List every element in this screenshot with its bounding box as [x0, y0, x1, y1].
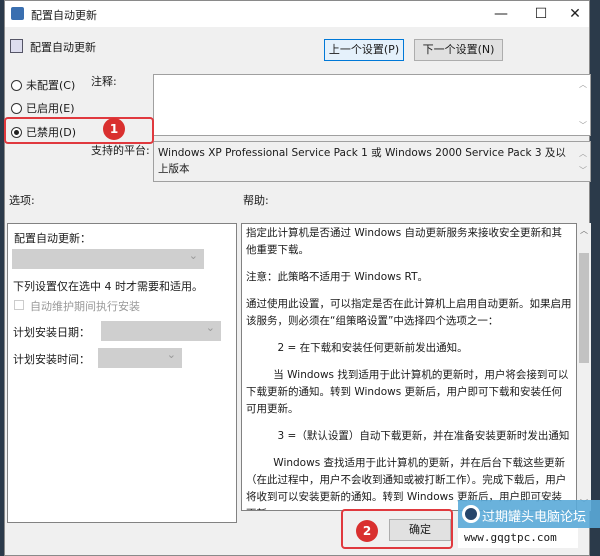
- configure-label: 配置自动更新：: [14, 232, 91, 245]
- help-paragraph: 当 Windows 找到适用于此计算机的更新时，用户将会接到可以下载更新的通知。…: [246, 369, 569, 415]
- install-day-select[interactable]: [101, 321, 221, 341]
- platform-box: Windows XP Professional Service Pack 1 或…: [153, 141, 591, 182]
- watermark-name: 过期罐头电脑论坛: [482, 510, 587, 525]
- policy-icon: [11, 7, 24, 20]
- watermark-logo-icon: [462, 505, 480, 523]
- comment-textarea[interactable]: ︿ ﹀: [153, 74, 591, 136]
- minimize-button[interactable]: —: [481, 3, 521, 25]
- title-bar: 配置自动更新 — ☐ ✕: [5, 1, 589, 27]
- help-paragraph: 注意：此策略不适用于 Windows RT。: [246, 271, 428, 283]
- options-label: 选项:: [9, 194, 35, 207]
- platform-label: 支持的平台:: [91, 144, 150, 157]
- next-setting-button[interactable]: 下一个设置(N): [414, 39, 503, 61]
- help-text: 指定此计算机是否通过 Windows 自动更新服务来接收安全更新和其他重要下载。…: [241, 223, 577, 511]
- radio-label: 已启用(E): [26, 102, 75, 115]
- watermark: 过期罐头电脑论坛 www.gqgtpc.com: [458, 500, 600, 556]
- maintenance-label: 自动维护期间执行安装: [30, 300, 140, 313]
- install-day-label: 计划安装日期：: [13, 326, 90, 339]
- options-panel: 配置自动更新： 下列设置仅在选中 4 时才需要和适用。 自动维护期间执行安装 计…: [7, 223, 237, 523]
- step-badge-2: 2: [356, 520, 378, 542]
- scroll-up-icon[interactable]: ︿: [579, 79, 587, 90]
- policy-dialog: 配置自动更新 — ☐ ✕ 配置自动更新 上一个设置(P) 下一个设置(N) 未配…: [4, 0, 591, 556]
- scroll-up-icon[interactable]: ︿: [579, 146, 587, 162]
- prev-setting-button[interactable]: 上一个设置(P): [324, 39, 404, 61]
- watermark-url: www.gqgtpc.com: [464, 531, 557, 544]
- step-badge-1: 1: [103, 118, 125, 140]
- radio-enabled[interactable]: 已启用(E): [11, 100, 75, 116]
- scroll-up-icon[interactable]: ︿: [580, 225, 588, 236]
- scroll-thumb[interactable]: [579, 253, 589, 363]
- install-time-label: 计划安装时间：: [13, 353, 90, 366]
- highlight-disabled: [4, 117, 154, 144]
- close-button[interactable]: ✕: [555, 3, 595, 25]
- scroll-down-icon[interactable]: ﹀: [579, 120, 587, 131]
- radio-not-configured[interactable]: 未配置(C): [11, 77, 75, 93]
- options-note: 下列设置仅在选中 4 时才需要和适用。: [13, 280, 203, 293]
- radio-circle[interactable]: [11, 79, 22, 91]
- platform-value: Windows XP Professional Service Pack 1 或…: [158, 147, 566, 175]
- radio-circle[interactable]: [11, 102, 22, 114]
- maintenance-checkbox[interactable]: [14, 300, 24, 310]
- install-time-select[interactable]: [98, 348, 182, 368]
- window-title: 配置自动更新: [31, 9, 97, 22]
- help-paragraph: 指定此计算机是否通过 Windows 自动更新服务来接收安全更新和其他重要下载。: [246, 227, 563, 256]
- policy-name: 配置自动更新: [30, 41, 96, 54]
- help-label: 帮助:: [243, 194, 269, 207]
- configure-select[interactable]: [12, 249, 204, 269]
- comment-label: 注释:: [91, 75, 117, 88]
- scroll-down-icon[interactable]: ﹀: [579, 163, 587, 179]
- help-paragraph: 2 = 在下载和安装任何更新前发出通知。: [277, 342, 468, 354]
- help-scrollbar[interactable]: ︿ ﹀: [577, 223, 591, 511]
- help-paragraph: 通过使用此设置，可以指定是否在此计算机上启用自动更新。如果启用该服务，则必须在“…: [246, 298, 572, 327]
- policy-setting-icon: [10, 39, 23, 53]
- help-paragraph: 3 =（默认设置）自动下载更新，并在准备安装更新时发出通知: [277, 430, 570, 442]
- radio-label: 未配置(C): [26, 79, 76, 92]
